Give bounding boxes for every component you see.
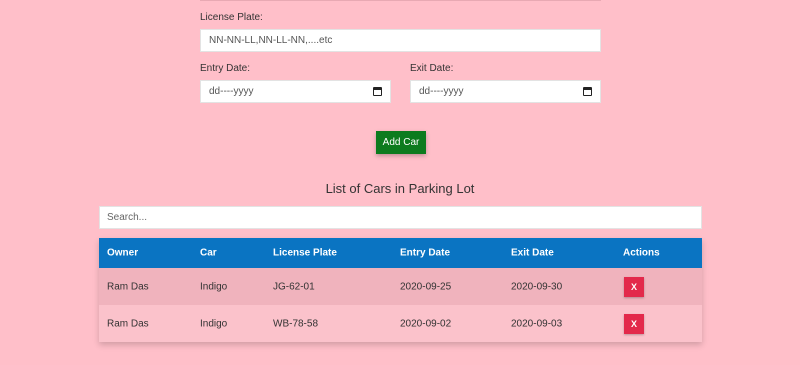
cell-license-plate: WB-78-58 [273,318,319,329]
cell-entry-date: 2020-09-02 [400,318,452,329]
search-input[interactable]: Search... [99,206,702,229]
entry-date-label: Entry Date: [200,63,251,74]
exit-date-input[interactable]: dd----yyyy [410,80,601,103]
list-title: List of Cars in Parking Lot [325,181,475,196]
header-actions: Actions [623,247,660,259]
delete-button[interactable]: X [624,313,644,334]
cell-owner: Ram Das [107,281,149,292]
header-car: Car [200,247,217,259]
cell-car: Indigo [200,318,228,329]
cell-license-plate: JG-62-01 [273,281,315,292]
cell-car: Indigo [200,281,228,292]
header-entry-date: Entry Date [400,247,451,259]
header-license-plate: License Plate [273,247,337,259]
table-row: Ram Das Indigo JG-62-01 2020-09-25 2020-… [99,268,702,305]
header-owner: Owner [107,247,139,259]
license-plate-input[interactable]: NN-NN-LL,NN-LL-NN,....etc [200,29,601,52]
header-exit-date: Exit Date [511,247,554,259]
add-car-button[interactable]: Add Car [376,131,426,154]
cell-entry-date: 2020-09-25 [400,281,452,292]
cell-owner: Ram Das [107,318,149,329]
calendar-icon[interactable] [583,87,592,96]
cell-exit-date: 2020-09-30 [511,281,563,292]
license-plate-placeholder: NN-NN-LL,NN-LL-NN,....etc [209,35,333,46]
delete-button[interactable]: X [624,276,644,297]
calendar-icon[interactable] [373,87,382,96]
top-divider [200,0,601,1]
exit-date-label: Exit Date: [410,63,454,74]
table-header: Owner Car License Plate Entry Date Exit … [99,238,702,268]
cars-table: Owner Car License Plate Entry Date Exit … [99,238,702,342]
entry-date-placeholder: dd----yyyy [209,86,254,97]
table-row: Ram Das Indigo WB-78-58 2020-09-02 2020-… [99,305,702,342]
cell-exit-date: 2020-09-03 [511,318,563,329]
exit-date-placeholder: dd----yyyy [419,86,464,97]
entry-date-input[interactable]: dd----yyyy [200,80,391,103]
license-plate-label: License Plate: [200,12,263,23]
search-placeholder: Search... [107,212,148,223]
